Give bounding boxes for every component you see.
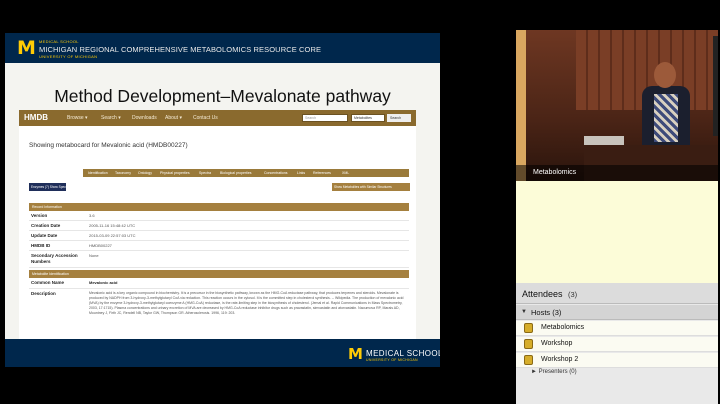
row-divider — [29, 240, 409, 241]
hmdb-webpage: HMDB Browse ▾ Search ▾ Downloads About ▾… — [19, 110, 416, 339]
nav-search[interactable]: Search ▾ — [101, 115, 121, 121]
row-value-update-date: 2015-03-09 22:57:03 UTC — [89, 233, 136, 238]
attendees-count: (3) — [568, 290, 578, 299]
tab-ontology[interactable]: Ontology — [138, 171, 152, 175]
tab-taxonomy[interactable]: Taxonomy — [115, 171, 131, 175]
nav-browse[interactable]: Browse ▾ — [67, 115, 88, 121]
header-subtitle-bottom: UNIVERSITY OF MICHIGAN — [39, 54, 98, 59]
host-name[interactable]: Workshop — [541, 340, 572, 347]
header-subtitle-top: MEDICAL SCHOOL — [39, 39, 79, 44]
record-information-header: Record Information — [29, 203, 409, 211]
hmdb-navbar: HMDB Browse ▾ Search ▾ Downloads About ▾… — [19, 110, 416, 126]
host-lock-icon — [524, 355, 533, 365]
row-divider — [29, 267, 409, 268]
tab-concentrations[interactable]: Concentrations — [264, 171, 288, 175]
host-name[interactable]: Metabolomics — [541, 324, 584, 331]
hmdb-search-input[interactable]: Search — [302, 114, 348, 122]
hmdb-logo: HMDB — [24, 113, 48, 122]
video-scrollbar[interactable] — [713, 36, 718, 136]
hmdb-tabs: Identification Taxonomy Ontology Physica… — [83, 169, 409, 177]
row-label-hmdb-id: HMDB ID — [31, 243, 51, 248]
nav-about[interactable]: About ▾ — [165, 115, 182, 121]
um-logo: M — [17, 37, 36, 59]
tab-spectra[interactable]: Spectra — [199, 171, 211, 175]
row-value-version: 3.6 — [89, 213, 95, 218]
attendees-title: Attendees — [522, 289, 563, 299]
row-label-update-date: Update Date — [31, 233, 58, 238]
host-lock-icon — [524, 323, 533, 333]
tab-biological-properties[interactable]: Biological properties — [220, 171, 252, 175]
tab-xml[interactable]: XML — [342, 171, 349, 175]
row-divider — [29, 230, 409, 231]
enzymes-button[interactable]: Enzymes (7) Show Spectra — [29, 183, 70, 191]
row-value-common-name: Mevalonic acid — [89, 280, 118, 285]
presenters-group-header[interactable]: ► Presenters (0) — [531, 369, 577, 375]
header-title: MICHIGAN REGIONAL COMPREHENSIVE METABOLO… — [39, 45, 322, 54]
nav-downloads[interactable]: Downloads — [132, 115, 157, 121]
slide-footer: M MEDICAL SCHOOL UNIVERSITY OF MICHIGAN — [5, 339, 440, 367]
row-divider — [29, 288, 409, 289]
nav-contact[interactable]: Contact Us — [193, 115, 218, 121]
row-value-hmdb-id: HMDB00227 — [89, 243, 112, 248]
tab-references[interactable]: References — [313, 171, 331, 175]
row-label-common-name: Common Name — [31, 280, 65, 285]
speaker-dress — [654, 94, 678, 142]
row-label-creation-date: Creation Date — [31, 223, 61, 228]
slide-header: M MEDICAL SCHOOL MICHIGAN REGIONAL COMPR… — [5, 33, 440, 63]
host-lock-icon — [524, 339, 533, 349]
row-value-creation-date: 2005-11-16 15:48:42 UTC — [89, 223, 136, 228]
webcam-video: Metabolomics — [516, 30, 718, 181]
attendees-panel: Attendees (3) ▼ Hosts (3) Metabolomics W… — [516, 283, 718, 404]
similar-structures-button[interactable]: Show Metabolites with Similar Structures — [332, 183, 410, 191]
presentation-slide: M MEDICAL SCHOOL MICHIGAN REGIONAL COMPR… — [5, 33, 440, 367]
hosts-title: Hosts (3) — [531, 308, 562, 317]
footer-school: MEDICAL SCHOOL — [366, 349, 440, 358]
um-footer-logo: M — [348, 345, 363, 363]
row-divider — [29, 250, 409, 251]
hmdb-search-button[interactable]: Search — [387, 114, 411, 122]
metabolite-identification-header: Metabolite Identification — [29, 270, 409, 278]
row-label-secondary-accession: Secondary Accession Numbers — [31, 253, 78, 264]
chevron-down-icon[interactable]: ▼ — [521, 309, 527, 315]
video-caption: Metabolomics — [533, 169, 577, 176]
tab-identification[interactable]: Identification — [88, 171, 108, 175]
slide-title: Method Development–Mevalonate pathway — [54, 86, 391, 106]
host-name[interactable]: Workshop 2 — [541, 356, 578, 363]
footer-university: UNIVERSITY OF MICHIGAN — [366, 358, 418, 362]
metabocard-title: Showing metabocard for Mevalonic acid (H… — [29, 142, 188, 149]
tab-physical-properties[interactable]: Physical properties — [160, 171, 190, 175]
row-label-description: Description — [31, 291, 56, 296]
tab-links[interactable]: Links — [297, 171, 305, 175]
row-divider — [29, 220, 409, 221]
row-value-secondary-accession: None — [89, 253, 99, 258]
hmdb-search-select[interactable]: Metabolites — [351, 114, 385, 122]
row-label-version: Version — [31, 213, 48, 218]
chat-panel[interactable] — [516, 181, 718, 283]
video-projection-edge — [516, 30, 526, 181]
speaker-head — [654, 62, 676, 88]
row-value-description: Mevalonic acid is a key organic compound… — [89, 291, 404, 315]
